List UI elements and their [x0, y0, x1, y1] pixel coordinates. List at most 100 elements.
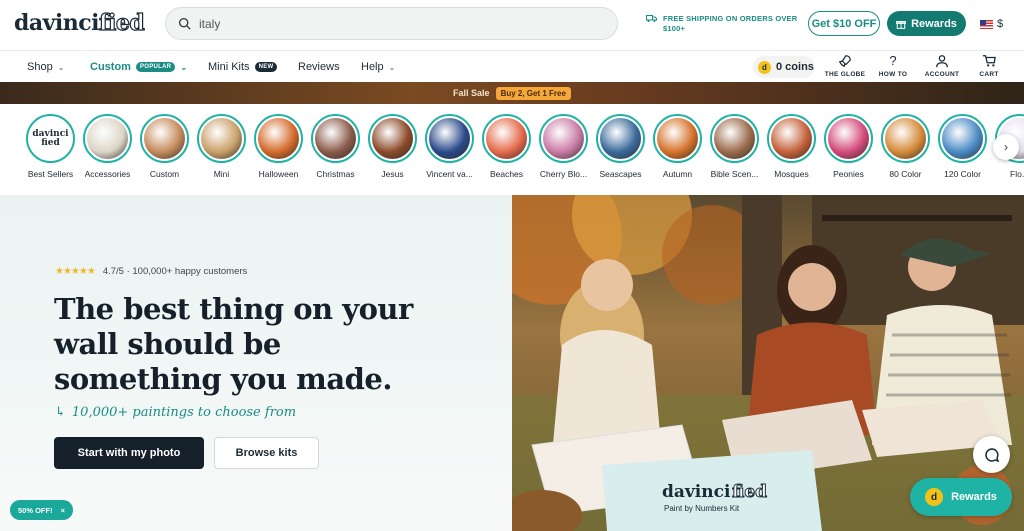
shipping-notice: FREE SHIPPING ON ORDERS OVER $100+: [646, 14, 798, 34]
search-bar[interactable]: [165, 7, 618, 40]
get-10-off-button[interactable]: Get $10 OFF: [808, 11, 880, 36]
category-label: Accessories: [84, 169, 131, 179]
category-item[interactable]: 120 Color: [934, 114, 991, 179]
category-image: [714, 118, 755, 159]
nav-shop[interactable]: Shop ⌄: [27, 61, 64, 73]
category-item[interactable]: Custom: [136, 114, 193, 179]
category-thumbnail: [368, 114, 417, 163]
nav-globe-label: THE GLOBE: [824, 71, 866, 78]
carousel-next-button[interactable]: ›: [993, 134, 1019, 160]
nav-help-label: Help: [361, 61, 384, 73]
nav-account[interactable]: ACCOUNT: [917, 53, 967, 78]
coin-icon: d: [758, 60, 771, 74]
category-item[interactable]: davinci fied Best Sellers: [22, 114, 79, 179]
category-item[interactable]: Accessories: [79, 114, 136, 179]
category-thumbnail: [767, 114, 816, 163]
search-icon: [178, 17, 191, 30]
category-item[interactable]: Cherry Blo...: [535, 114, 592, 179]
start-with-my-photo-button[interactable]: Start with my photo: [54, 437, 204, 469]
nav-howto-label: HOW TO: [878, 71, 908, 78]
nav-mini-kits[interactable]: Mini Kits NEW: [208, 61, 278, 73]
truck-icon: [646, 15, 657, 22]
rewards-float-button[interactable]: d Rewards: [910, 478, 1012, 516]
nav-cart-label: CART: [979, 71, 999, 78]
category-item[interactable]: Christmas: [307, 114, 364, 179]
nav-how-to[interactable]: ? HOW TO: [868, 53, 918, 78]
sale-banner[interactable]: Fall Sale Buy 2, Get 1 Free: [0, 82, 1024, 104]
nav-custom-label: Custom: [90, 61, 131, 73]
category-image: [486, 118, 527, 159]
brand-logo[interactable]: davincified: [14, 9, 145, 36]
currency-label: $: [997, 18, 1004, 30]
category-item[interactable]: Beaches: [478, 114, 535, 179]
chat-button[interactable]: [973, 436, 1010, 473]
category-thumbnail: [311, 114, 360, 163]
nav-the-globe[interactable]: THE GLOBE: [820, 53, 870, 78]
category-image: davinci fied: [30, 118, 71, 159]
category-item[interactable]: Vincent va...: [421, 114, 478, 179]
main-nav: Shop ⌄ Custom POPULAR ⌄ Mini Kits NEW Review…: [0, 50, 1024, 82]
category-image: [828, 118, 869, 159]
category-image: [543, 118, 584, 159]
category-image: [885, 118, 926, 159]
nav-mini-label: Mini Kits: [208, 61, 250, 73]
site-header: davincified FREE SHIPPING ON ORDERS OVER…: [0, 0, 1024, 48]
category-item[interactable]: Mini: [193, 114, 250, 179]
nav-custom[interactable]: Custom POPULAR ⌄: [90, 61, 187, 73]
category-item[interactable]: Peonies: [820, 114, 877, 179]
search-input[interactable]: [199, 16, 579, 31]
category-thumbnail: davinci fied: [26, 114, 75, 163]
category-image: [87, 118, 128, 159]
category-label: Christmas: [316, 169, 355, 179]
rocket-icon: [838, 55, 851, 68]
category-label: 80 Color: [889, 169, 922, 179]
nav-cart[interactable]: CART: [964, 53, 1014, 78]
category-thumbnail: [824, 114, 873, 163]
category-label: Halloween: [258, 169, 299, 179]
category-item[interactable]: 80 Color: [877, 114, 934, 179]
category-item[interactable]: Halloween: [250, 114, 307, 179]
logo-mini-text: davinci fied: [32, 128, 69, 148]
category-item[interactable]: Seascapes: [592, 114, 649, 179]
category-thumbnail: [482, 114, 531, 163]
five-star-icon: ★★★★★: [55, 266, 96, 277]
category-label: Vincent va...: [426, 169, 473, 179]
category-label: Flo...: [1010, 169, 1024, 179]
category-item[interactable]: Jesus: [364, 114, 421, 179]
category-item[interactable]: Mosques: [763, 114, 820, 179]
sale-offer-pill: Buy 2, Get 1 Free: [495, 86, 571, 100]
rewards-label: Rewards: [911, 17, 957, 30]
chat-bubble-icon: [984, 447, 999, 462]
rewards-button[interactable]: Rewards: [887, 11, 966, 36]
category-carousel: davinci fied Best Sellers Accessories Custom…: [22, 114, 1024, 186]
hero-subtitle-text: 10,000+ paintings to choose from: [71, 405, 297, 420]
cart-icon: [982, 55, 996, 67]
discount-promo-pill[interactable]: 50% OFF! ×: [10, 500, 73, 520]
category-label: Best Sellers: [27, 169, 74, 179]
us-flag-icon: [980, 19, 993, 29]
nav-help[interactable]: Help ⌄: [361, 61, 395, 73]
promo-text: 50% OFF!: [18, 505, 53, 515]
chevron-down-icon: ⌄: [57, 62, 65, 72]
category-item[interactable]: Bible Scen...: [706, 114, 763, 179]
category-thumbnail: [197, 114, 246, 163]
category-image: [315, 118, 356, 159]
category-item[interactable]: Autumn: [649, 114, 706, 179]
chevron-down-icon: ⌄: [180, 62, 188, 72]
coins-balance[interactable]: d 0 coins: [753, 56, 815, 78]
category-image: [429, 118, 470, 159]
locale-selector[interactable]: $: [980, 18, 1003, 30]
category-thumbnail: [653, 114, 702, 163]
nav-reviews[interactable]: Reviews: [298, 61, 340, 73]
category-image: [657, 118, 698, 159]
chevron-down-icon: ⌄: [388, 62, 396, 72]
category-thumbnail: [938, 114, 987, 163]
hero-content: ★★★★★ 4.7/5 · 100,000+ happy customers T…: [0, 195, 512, 531]
nav-reviews-label: Reviews: [298, 61, 340, 73]
close-icon[interactable]: ×: [61, 506, 65, 515]
nav-shop-label: Shop: [27, 61, 53, 73]
logo-accent-text: fied: [98, 9, 145, 36]
popular-badge: POPULAR: [135, 62, 176, 72]
browse-kits-button[interactable]: Browse kits: [214, 437, 319, 469]
box-logo-accent: fied: [732, 482, 767, 502]
